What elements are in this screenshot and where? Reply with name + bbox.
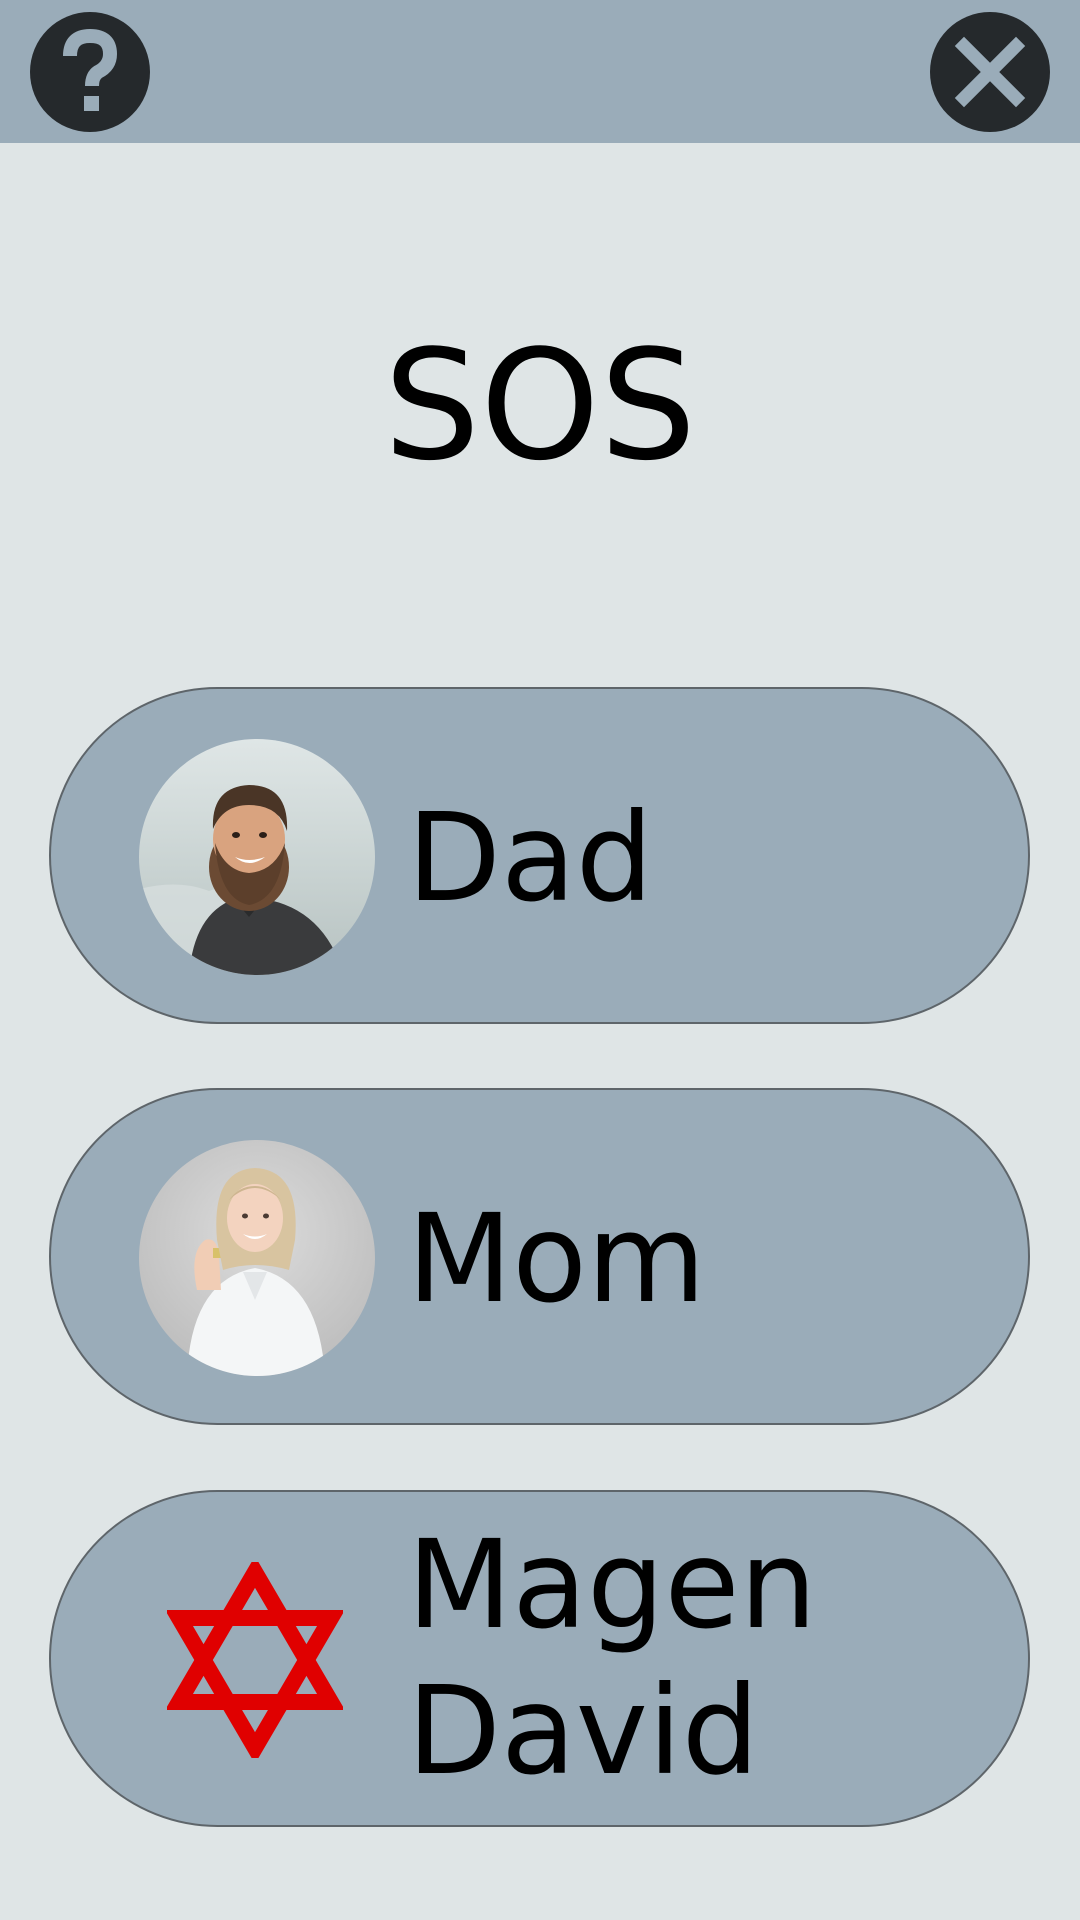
close-x-icon bbox=[954, 36, 1026, 108]
avatar bbox=[139, 1140, 375, 1376]
help-button[interactable] bbox=[30, 12, 150, 132]
man-portrait-photo bbox=[139, 739, 375, 975]
question-mark-icon bbox=[63, 28, 118, 111]
contact-name: Dad bbox=[407, 787, 654, 929]
close-button[interactable] bbox=[930, 12, 1050, 132]
star-of-david-icon bbox=[167, 1562, 343, 1758]
page-title: SOS bbox=[383, 317, 697, 494]
contact-name: Magen David Adom bbox=[407, 1514, 817, 1825]
woman-portrait-photo bbox=[139, 1140, 375, 1376]
avatar bbox=[139, 739, 375, 975]
contact-button-magen-david-adom[interactable]: Magen David Adom bbox=[49, 1490, 1030, 1827]
contact-button-mom[interactable]: Mom bbox=[49, 1088, 1030, 1425]
contact-button-dad[interactable]: Dad bbox=[49, 687, 1030, 1024]
contact-name: Mom bbox=[407, 1188, 706, 1330]
top-bar bbox=[0, 0, 1080, 143]
